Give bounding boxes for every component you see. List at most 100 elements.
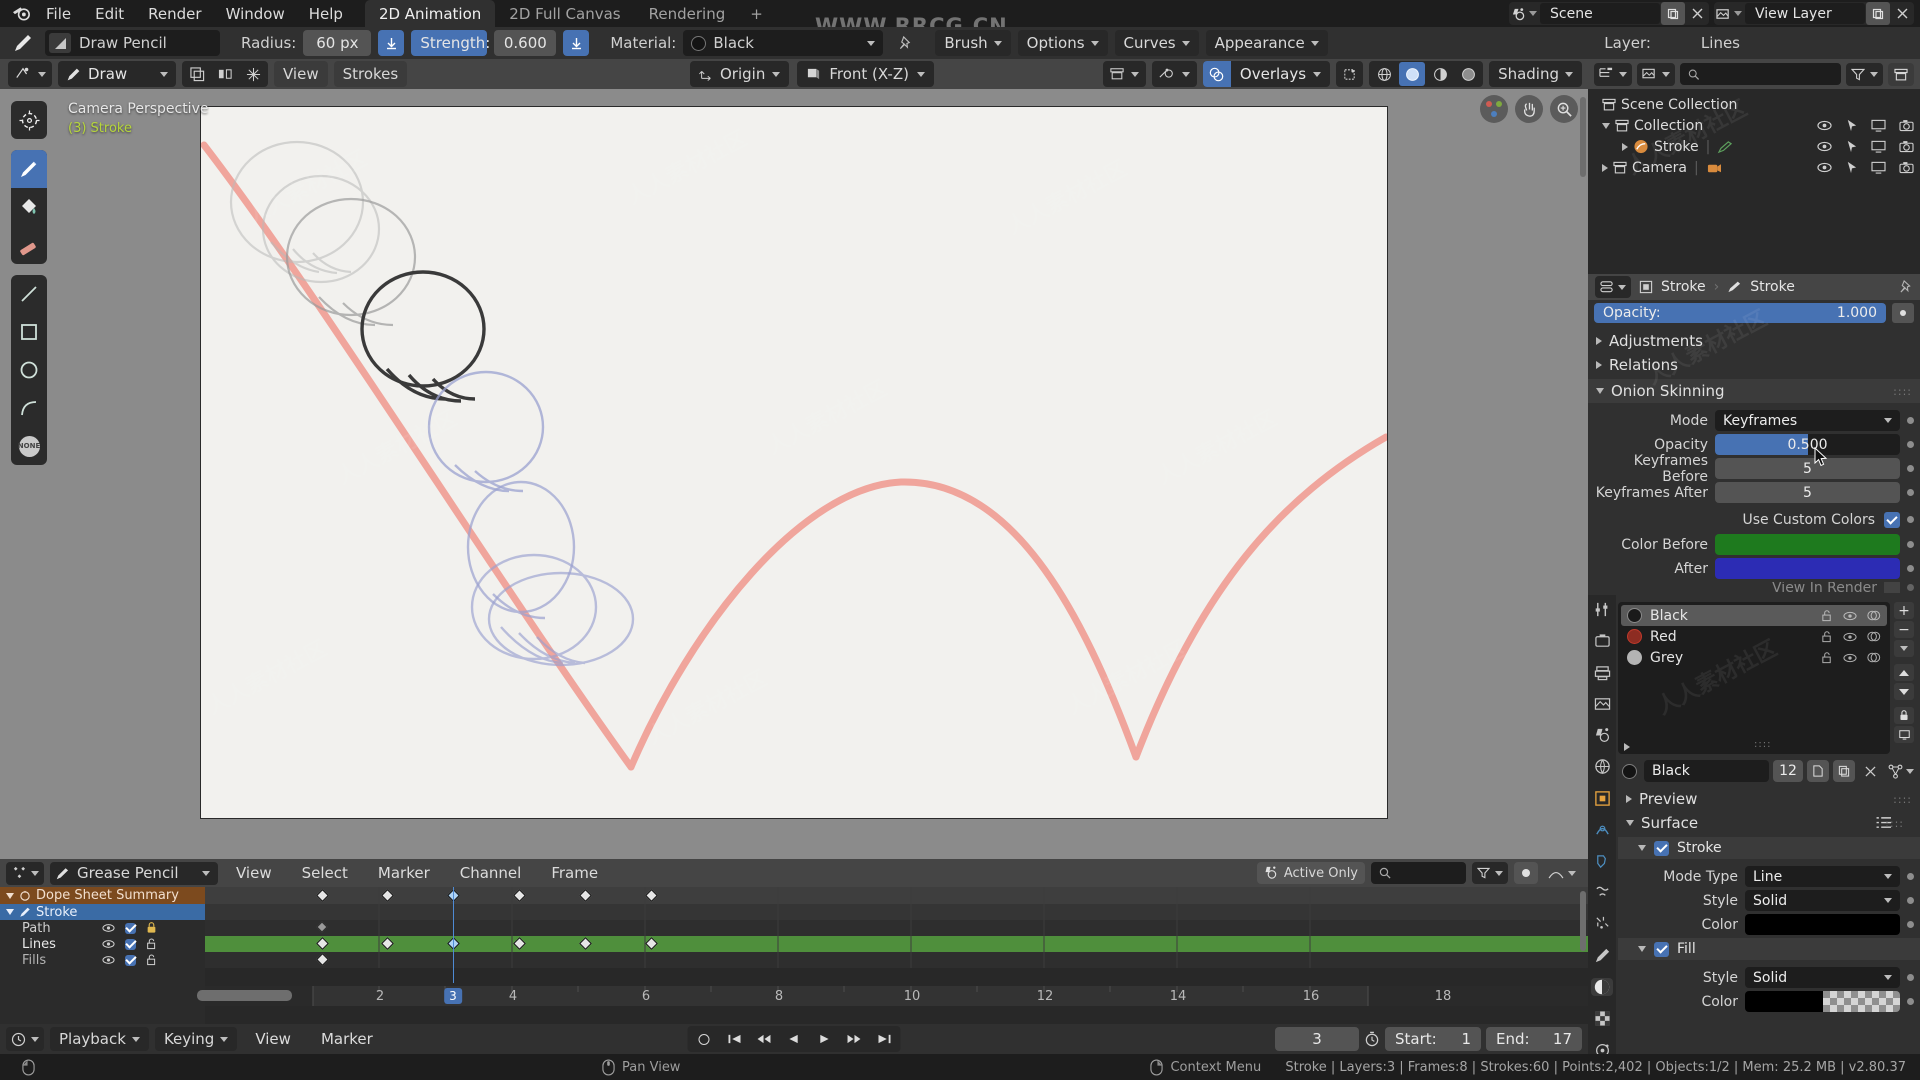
fill-color-animate-dot[interactable] bbox=[1907, 998, 1914, 1005]
outliner-filter-button[interactable] bbox=[1846, 62, 1883, 86]
cursor-select-icon[interactable] bbox=[1845, 140, 1858, 153]
dopesheet-view-menu[interactable]: View bbox=[224, 862, 284, 884]
new-view-layer-button[interactable] bbox=[1866, 2, 1890, 25]
dopesheet-mode-selector[interactable]: Grease Pencil bbox=[50, 861, 218, 885]
stroke-style-dropdown[interactable]: Solid bbox=[1745, 890, 1900, 911]
keyframes-after-animate-dot[interactable] bbox=[1907, 489, 1914, 496]
color-before-animate-dot[interactable] bbox=[1907, 541, 1914, 548]
strokes-menu[interactable]: Strokes bbox=[333, 61, 408, 87]
dopesheet-select-menu[interactable]: Select bbox=[290, 862, 360, 884]
use-preview-range-icon[interactable] bbox=[1364, 1031, 1380, 1047]
3d-viewport[interactable]: Camera Perspective (3) Stroke NONE bbox=[0, 89, 1588, 859]
unlock-icon[interactable] bbox=[146, 954, 157, 966]
onion-mode-animate-dot[interactable] bbox=[1907, 417, 1914, 424]
jump-to-end-button[interactable] bbox=[871, 1027, 898, 1051]
active-only-toggle[interactable]: Active Only bbox=[1256, 862, 1365, 884]
tool-properties-tab[interactable] bbox=[1591, 601, 1613, 618]
onion-skin-icon[interactable] bbox=[1867, 609, 1881, 622]
view-layer-name[interactable]: View Layer bbox=[1745, 3, 1865, 24]
eye-icon[interactable] bbox=[102, 939, 115, 949]
material-slot-grey[interactable]: Grey bbox=[1621, 647, 1887, 668]
overlays-popover[interactable]: Overlays bbox=[1231, 65, 1330, 83]
fill-style-animate-dot[interactable] bbox=[1907, 974, 1914, 981]
scene-collection-visibility[interactable] bbox=[1102, 61, 1146, 87]
view-layer-properties-tab[interactable] bbox=[1591, 695, 1613, 712]
remove-material-slot-button[interactable]: − bbox=[1894, 621, 1914, 638]
onion-skin-toggle-icon[interactable] bbox=[184, 62, 210, 86]
layer-opacity-slider[interactable]: Opacity: 1.000 bbox=[1594, 303, 1886, 323]
orbit-gizmo[interactable] bbox=[1480, 95, 1508, 123]
material-list-expand-icon[interactable] bbox=[1624, 743, 1630, 751]
menu-window[interactable]: Window bbox=[214, 3, 297, 25]
outliner-row-scene-collection[interactable]: Scene Collection bbox=[1588, 94, 1920, 115]
arc-tool[interactable] bbox=[11, 389, 47, 427]
delete-scene-button[interactable] bbox=[1685, 2, 1709, 25]
material-slot-red[interactable]: Red bbox=[1621, 626, 1887, 647]
view-axis-selector[interactable]: Front (X-Z) bbox=[797, 61, 934, 87]
cursor-select-icon[interactable] bbox=[1845, 119, 1858, 132]
material-shading-icon[interactable] bbox=[1427, 62, 1453, 86]
appearance-menu[interactable]: Appearance bbox=[1205, 30, 1328, 56]
eye-icon[interactable] bbox=[1843, 611, 1857, 621]
panel-onion-skinning[interactable]: Onion Skinning :::: bbox=[1588, 379, 1920, 403]
expand-stroke-channel-icon[interactable] bbox=[6, 909, 14, 915]
options-menu[interactable]: Options bbox=[1017, 30, 1108, 56]
collapse-onion-skinning-icon[interactable] bbox=[1596, 388, 1604, 394]
use-custom-colors-animate-dot[interactable] bbox=[1907, 516, 1914, 523]
material-properties-tab[interactable] bbox=[1591, 978, 1613, 997]
monitor-icon[interactable] bbox=[1871, 119, 1886, 132]
line-tool[interactable] bbox=[11, 275, 47, 313]
onion-opacity-animate-dot[interactable] bbox=[1907, 441, 1914, 448]
view-in-render-checkbox[interactable] bbox=[1884, 582, 1900, 593]
dopesheet-filter-button[interactable] bbox=[1472, 862, 1508, 884]
timeline-editor-type[interactable] bbox=[6, 1027, 44, 1051]
stroke-color-animate-dot[interactable] bbox=[1907, 921, 1914, 928]
expand-collection-icon[interactable] bbox=[1602, 122, 1610, 129]
active-material-name[interactable]: Black bbox=[1644, 760, 1769, 782]
eye-icon[interactable] bbox=[1843, 632, 1857, 642]
channel-dope-sheet-summary[interactable]: Dope Sheet Summary bbox=[0, 887, 205, 904]
outliner-editor-type[interactable] bbox=[1594, 62, 1632, 86]
channel-stroke-object[interactable]: Stroke bbox=[0, 904, 205, 920]
camera-icon[interactable] bbox=[1899, 161, 1914, 174]
object-data-properties-tab[interactable] bbox=[1591, 947, 1613, 964]
expand-preview-icon[interactable] bbox=[1626, 795, 1632, 803]
material-preview-button[interactable] bbox=[1894, 726, 1914, 743]
collapse-fill-icon[interactable] bbox=[1638, 946, 1646, 952]
eye-icon[interactable] bbox=[102, 955, 115, 965]
unlock-icon[interactable] bbox=[1821, 630, 1833, 643]
modifier-properties-tab[interactable] bbox=[1591, 821, 1613, 838]
outliner-search-field[interactable] bbox=[1705, 66, 1833, 82]
viewport-vertical-scrollbar[interactable] bbox=[1580, 97, 1586, 177]
make-single-user-button[interactable] bbox=[1807, 760, 1829, 782]
dopesheet-editor-type[interactable] bbox=[6, 861, 44, 885]
material-specials-menu[interactable] bbox=[1894, 640, 1914, 657]
monitor-icon[interactable] bbox=[1871, 161, 1886, 174]
properties-editor-type[interactable] bbox=[1595, 276, 1631, 298]
strength-slider[interactable]: Strength: bbox=[411, 30, 490, 56]
keying-menu[interactable]: Keying bbox=[154, 1027, 238, 1051]
monitor-icon[interactable] bbox=[1871, 140, 1886, 153]
dopesheet-marker-menu[interactable]: Marker bbox=[366, 862, 442, 884]
copy-material-button[interactable] bbox=[1833, 760, 1855, 782]
dopesheet-search-input[interactable] bbox=[1371, 862, 1466, 884]
current-frame-field[interactable]: 3 bbox=[1275, 1027, 1359, 1051]
channel-layer-fills[interactable]: Fills bbox=[0, 952, 205, 968]
erase-tool[interactable] bbox=[11, 226, 47, 264]
timeline-view-menu[interactable]: View bbox=[243, 1028, 303, 1050]
eye-icon[interactable] bbox=[1817, 141, 1832, 152]
menu-render[interactable]: Render bbox=[136, 3, 213, 25]
editor-type-selector[interactable] bbox=[8, 61, 52, 87]
render-properties-tab[interactable] bbox=[1591, 632, 1613, 649]
texture-properties-tab[interactable] bbox=[1591, 1010, 1613, 1027]
scene-name[interactable]: Scene bbox=[1540, 3, 1660, 24]
outliner-row-camera[interactable]: Camera | bbox=[1588, 157, 1920, 178]
breadcrumb-data[interactable]: Stroke bbox=[1750, 279, 1795, 295]
jump-to-start-button[interactable] bbox=[721, 1027, 748, 1051]
timeline-ruler[interactable]: 0 2 4 6 8 10 12 14 16 18 3 bbox=[197, 986, 1588, 1006]
blender-logo-icon[interactable] bbox=[8, 4, 34, 24]
particles-properties-tab[interactable] bbox=[1591, 915, 1613, 932]
scene-selector[interactable]: Scene bbox=[1509, 2, 1709, 25]
pin-icon[interactable] bbox=[1899, 280, 1913, 294]
fill-subsection[interactable]: Fill bbox=[1618, 938, 1920, 960]
